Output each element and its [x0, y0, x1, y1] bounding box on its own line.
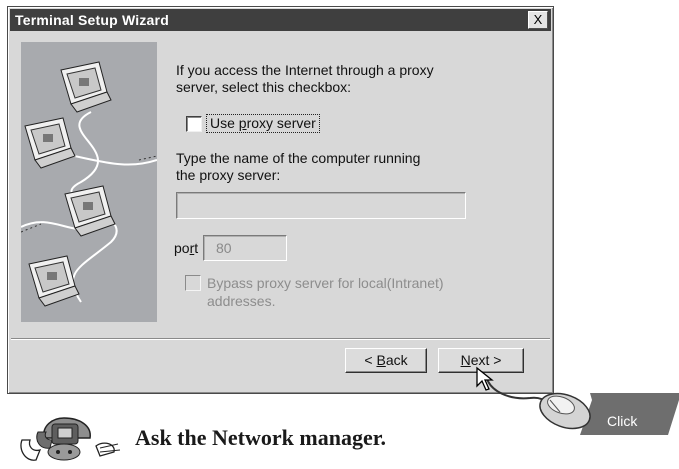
title-bar[interactable]: Terminal Setup Wizard X: [10, 9, 551, 31]
footer-instruction: Ask the Network manager.: [135, 425, 386, 450]
hand-icon: [20, 439, 121, 461]
bypass-local-checkbox[interactable]: [185, 275, 201, 291]
proxy-name-prompt-line-1: Type the name of the computer running: [176, 150, 421, 166]
next-button-accesskey: N: [460, 352, 471, 368]
terminal-setup-wizard-dialog: Terminal Setup Wizard X If you access th…: [7, 6, 554, 394]
proxy-name-prompt-line-2: the proxy server:: [176, 167, 281, 183]
telephone-icon: [36, 417, 91, 461]
window-title: Terminal Setup Wizard: [15, 12, 169, 28]
use-proxy-label[interactable]: Use proxy server: [206, 114, 320, 133]
bypass-label-line-2: addresses.: [207, 293, 276, 309]
back-button-pre: <: [364, 352, 377, 368]
back-button-accesskey: B: [376, 352, 386, 368]
click-tag-label: Click: [607, 413, 638, 429]
port-label-post: t: [194, 240, 199, 256]
use-proxy-checkbox[interactable]: [186, 116, 202, 132]
use-proxy-label-post: roxy server: [246, 115, 316, 131]
computer-icon: [24, 117, 76, 169]
port-label-pre: po: [174, 240, 190, 256]
back-button[interactable]: < Back: [345, 348, 427, 373]
next-button[interactable]: Next >: [438, 348, 524, 373]
use-proxy-label-pre: Use: [210, 115, 239, 131]
bypass-local-label: Bypass proxy server for local(Intranet) …: [207, 274, 507, 310]
port-input[interactable]: 80: [203, 235, 287, 261]
proxy-server-name-input[interactable]: [176, 192, 466, 219]
computer-icon: [60, 61, 112, 113]
computer-icon: [28, 255, 80, 307]
next-button-post: ext >: [470, 352, 502, 368]
proxy-intro-line-1: If you access the Internet through a pro…: [176, 62, 434, 78]
bypass-label-line-1: Bypass proxy server for local(Intranet): [207, 275, 444, 291]
close-button[interactable]: X: [528, 11, 548, 29]
mouse-icon: [539, 392, 591, 430]
dialog-separator: [11, 338, 550, 340]
back-button-post: ack: [385, 352, 408, 368]
use-proxy-label-accesskey: p: [238, 115, 247, 131]
proxy-name-prompt: Type the name of the computer running th…: [176, 150, 420, 184]
proxy-intro-line-2: server, select this checkbox:: [176, 79, 352, 95]
network-illustration: [20, 42, 158, 322]
proxy-intro-text: If you access the Internet through a pro…: [176, 62, 434, 96]
port-value: 80: [216, 240, 232, 256]
port-label: port: [174, 240, 198, 256]
